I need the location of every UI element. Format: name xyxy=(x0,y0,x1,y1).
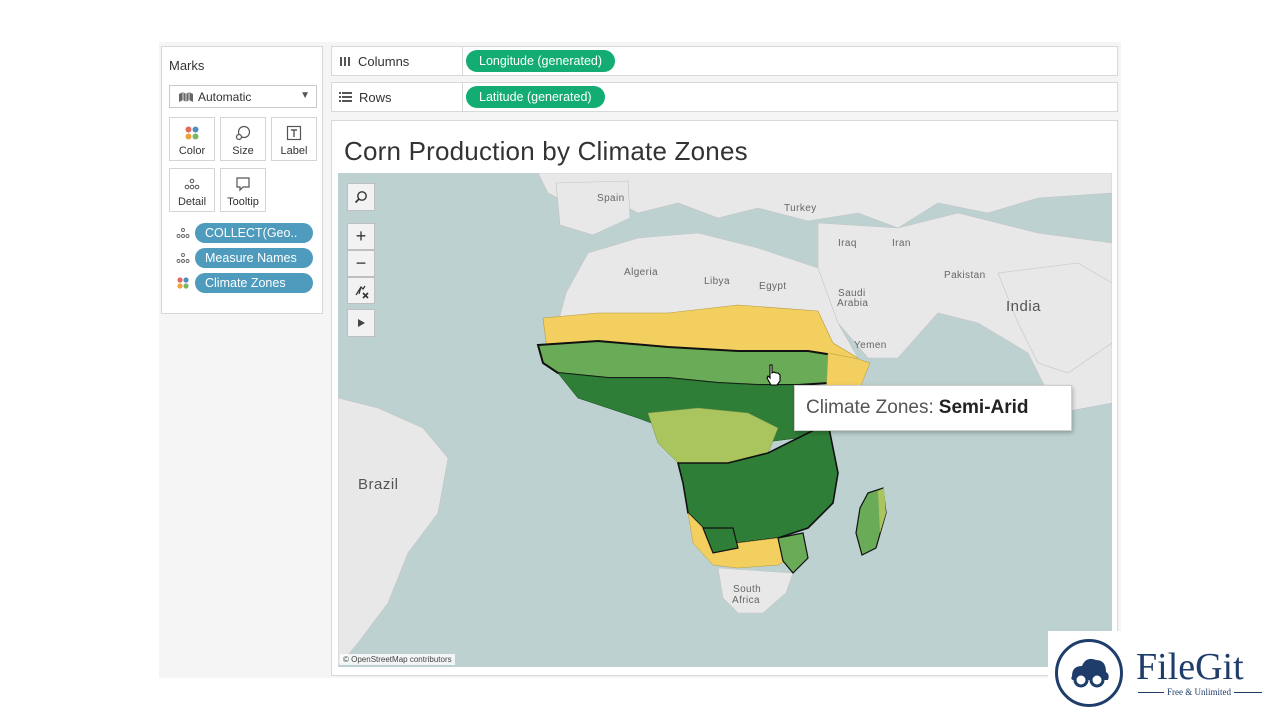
tooltip-field: Climate Zones: xyxy=(806,397,934,418)
map-attribution[interactable]: © OpenStreetMap contributors xyxy=(340,654,455,665)
collect-geometry-pill[interactable]: COLLECT(Geo.. xyxy=(195,223,313,243)
climate-zones-pill[interactable]: Climate Zones xyxy=(195,273,313,293)
detail-dots-icon xyxy=(184,178,200,190)
columns-icon xyxy=(340,57,350,66)
color-dots-icon xyxy=(185,126,199,140)
chevron-down-icon: ▼ xyxy=(300,90,310,101)
color-dots-icon xyxy=(177,277,189,289)
label-egypt: Egypt xyxy=(759,281,787,292)
longitude-pill[interactable]: Longitude (generated) xyxy=(466,50,616,72)
detail-dots-icon xyxy=(176,253,190,263)
label-spain: Spain xyxy=(597,193,625,204)
search-icon xyxy=(354,191,367,204)
worksheet-view: Corn Production by Climate Zones + − Spa… xyxy=(331,120,1118,676)
map-toolbar-expand-button[interactable] xyxy=(347,309,375,337)
filegit-watermark: FileGit Free & Unlimited xyxy=(1048,631,1280,720)
label-pakistan: Pakistan xyxy=(944,270,986,281)
rows-shelf[interactable]: Rows Latitude (generated) xyxy=(331,82,1118,112)
columns-shelf[interactable]: Columns Longitude (generated) xyxy=(331,46,1118,76)
filegit-logo xyxy=(1055,639,1123,707)
label-africa: Africa xyxy=(732,595,760,606)
columns-shelf-label: Columns xyxy=(332,47,463,75)
speech-bubble-icon xyxy=(236,177,250,192)
zoom-in-button[interactable]: + xyxy=(347,223,375,250)
minus-icon: − xyxy=(355,253,367,273)
map-view[interactable]: + − Spain Turkey Iraq Iran Algeria Libya… xyxy=(338,173,1112,667)
size-button-label: Size xyxy=(232,145,254,157)
latitude-pill[interactable]: Latitude (generated) xyxy=(466,86,605,108)
hand-cursor-icon xyxy=(766,364,781,386)
zoom-out-button[interactable]: − xyxy=(347,250,375,277)
filegit-brand: FileGit xyxy=(1136,646,1244,688)
label-button[interactable]: Label xyxy=(271,117,317,161)
label-iran: Iran xyxy=(892,238,911,249)
marks-card: Marks Automatic ▼ Color Size Label Detai… xyxy=(161,46,323,314)
south-america-landmass xyxy=(338,397,449,667)
label-yemen: Yemen xyxy=(854,340,887,351)
map-mark-icon xyxy=(179,91,193,102)
iberia-landmass xyxy=(555,180,631,236)
rows-icon xyxy=(339,92,352,102)
plus-icon: + xyxy=(355,226,367,246)
rows-shelf-label: Rows xyxy=(332,83,463,111)
label-iraq: Iraq xyxy=(838,238,857,249)
measure-names-pill[interactable]: Measure Names xyxy=(195,248,313,268)
marks-pill-row: Measure Names xyxy=(176,248,313,268)
detail-dots-icon xyxy=(176,228,190,238)
rows-label-text: Rows xyxy=(359,89,392,105)
reset-map-button[interactable] xyxy=(347,277,375,304)
color-button-label: Color xyxy=(178,145,206,157)
size-button[interactable]: Size xyxy=(220,117,266,161)
label-algeria: Algeria xyxy=(624,267,658,278)
marks-pill-row: COLLECT(Geo.. xyxy=(176,223,313,243)
sheet-title: Corn Production by Climate Zones xyxy=(344,136,748,166)
label-turkey: Turkey xyxy=(784,203,817,214)
label-brazil: Brazil xyxy=(358,476,399,493)
detail-button[interactable]: Detail xyxy=(169,168,215,212)
detail-button-label: Detail xyxy=(177,196,207,208)
pin-reset-icon xyxy=(355,285,369,299)
label-india: India xyxy=(1006,298,1042,315)
filegit-tagline: Free & Unlimited xyxy=(1164,687,1234,697)
label-arabia: Arabia xyxy=(837,298,869,309)
map-search-button[interactable] xyxy=(347,183,375,211)
mark-type-label: Automatic xyxy=(198,89,252,104)
marks-title: Marks xyxy=(169,58,205,73)
tableau-workspace: Marks Automatic ▼ Color Size Label Detai… xyxy=(159,42,1121,678)
tooltip-button-label: Tooltip xyxy=(227,196,259,208)
cloud-binoculars-icon xyxy=(1071,658,1109,688)
mark-type-dropdown[interactable]: Automatic ▼ xyxy=(169,85,317,108)
tooltip-button[interactable]: Tooltip xyxy=(220,168,266,212)
color-button[interactable]: Color xyxy=(169,117,215,161)
southeast-semi-arid xyxy=(777,532,809,574)
label-button-label: Label xyxy=(280,145,308,157)
columns-label-text: Columns xyxy=(358,53,410,69)
play-arrow-icon xyxy=(358,319,365,327)
label-south: South xyxy=(733,584,762,595)
text-label-icon xyxy=(286,125,302,141)
climate-zone-tooltip: Climate Zones: Semi-Arid xyxy=(794,385,1072,431)
tooltip-value: Semi-Arid xyxy=(938,397,1029,418)
label-libya: Libya xyxy=(704,276,730,287)
marks-pill-row: Climate Zones xyxy=(176,273,313,293)
size-circles-icon xyxy=(235,125,251,141)
